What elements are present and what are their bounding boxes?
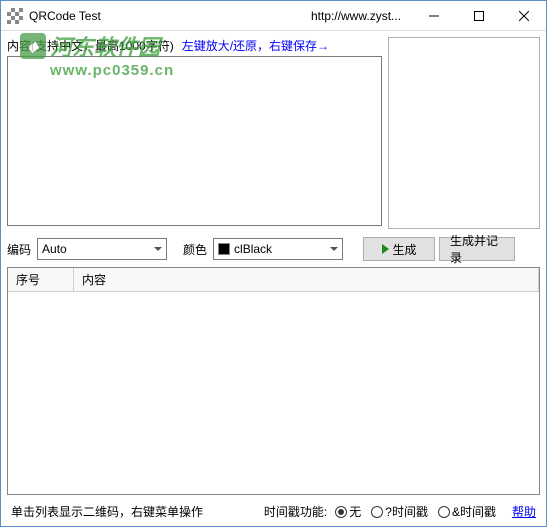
list-hint: 单击列表显示二维码，右键菜单操作 <box>11 503 203 520</box>
generate-button[interactable]: 生成 <box>363 237 435 261</box>
radio-icon <box>438 506 450 518</box>
radio-icon <box>335 506 347 518</box>
radio-icon <box>371 506 383 518</box>
radio-question-label: ?时间戳 <box>385 503 428 520</box>
titlebar: QRCode Test http://www.zyst... <box>1 1 546 31</box>
timestamp-label: 时间戳功能: <box>264 503 327 520</box>
window-controls <box>411 1 546 30</box>
close-button[interactable] <box>501 1 546 30</box>
content-textarea[interactable] <box>7 56 382 226</box>
maximize-button[interactable] <box>456 1 501 30</box>
app-icon <box>7 8 23 24</box>
close-icon <box>519 11 529 21</box>
col-content[interactable]: 内容 <box>74 268 539 291</box>
maximize-icon <box>474 11 484 21</box>
radio-ampersand[interactable]: &时间戳 <box>438 503 496 520</box>
window-title: QRCode Test <box>29 9 101 23</box>
left-column: 内容(支持中文，最高1000字符) 左键放大/还原，右键保存→ <box>7 37 382 229</box>
color-value: clBlack <box>234 242 272 256</box>
content-label-row: 内容(支持中文，最高1000字符) 左键放大/还原，右键保存→ <box>7 37 382 54</box>
table-header: 序号 内容 <box>8 268 539 292</box>
qrcode-preview[interactable] <box>388 37 540 229</box>
chevron-down-icon <box>330 247 338 251</box>
minimize-button[interactable] <box>411 1 456 30</box>
color-swatch <box>218 243 230 255</box>
generate-label: 生成 <box>393 241 417 258</box>
generate-record-button[interactable]: 生成并记录 <box>439 237 515 261</box>
minimize-icon <box>429 11 439 21</box>
footer: 单击列表显示二维码，右键菜单操作 时间戳功能: 无 ?时间戳 &时间戳 帮助 <box>1 499 546 526</box>
radio-none[interactable]: 无 <box>335 503 361 520</box>
play-icon <box>382 244 389 254</box>
content-label: 内容(支持中文，最高1000字符) <box>7 37 174 54</box>
color-dropdown[interactable]: clBlack <box>213 238 343 260</box>
main-area: 内容(支持中文，最高1000字符) 左键放大/还原，右键保存→ <box>1 31 546 233</box>
url-text: http://www.zyst... <box>311 9 401 23</box>
help-link[interactable]: 帮助 <box>512 503 536 520</box>
col-seq[interactable]: 序号 <box>8 268 74 291</box>
radio-none-label: 无 <box>349 503 361 520</box>
right-column <box>388 37 540 229</box>
color-label: 颜色 <box>183 241 209 258</box>
chevron-down-icon <box>154 247 162 251</box>
encoding-label: 编码 <box>7 241 33 258</box>
preview-hint: 左键放大/还原，右键保存→ <box>182 37 329 54</box>
encoding-dropdown[interactable]: Auto <box>37 238 167 260</box>
history-table[interactable]: 序号 内容 <box>7 267 540 495</box>
control-row: 编码 Auto 颜色 clBlack 生成 生成并记录 <box>1 233 546 265</box>
encoding-value: Auto <box>42 242 67 256</box>
radio-question[interactable]: ?时间戳 <box>371 503 428 520</box>
app-window: QRCode Test http://www.zyst... ◆ 河东软件园 w… <box>0 0 547 527</box>
radio-ampersand-label: &时间戳 <box>452 503 496 520</box>
generate-record-label: 生成并记录 <box>450 232 504 266</box>
